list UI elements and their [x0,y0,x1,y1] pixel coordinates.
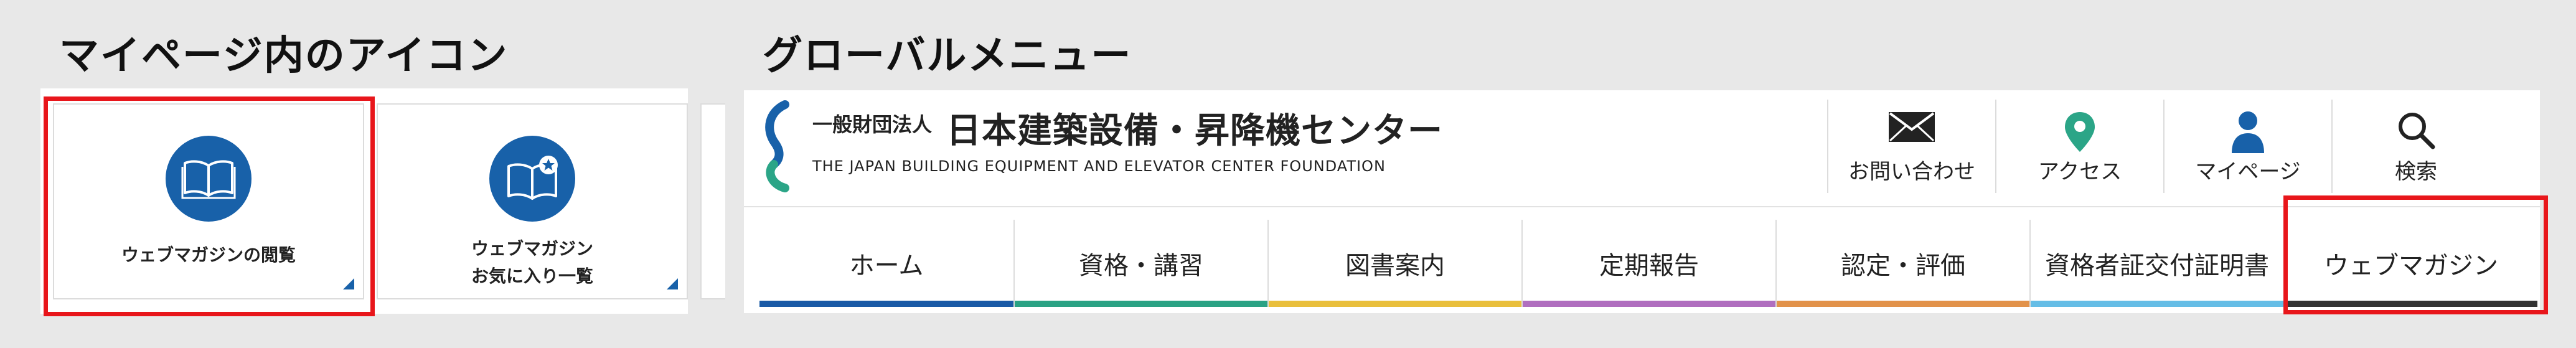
gnav-label: 資格・講習 [1079,252,1203,280]
search-icon [2333,111,2499,149]
webmagazine-view-card[interactable]: ウェブマガジンの閲覧 [53,103,364,299]
org-name: 日本建築設備・昇降機センター [946,111,1443,151]
gnav-item-certification[interactable]: 認定・評価 [1775,220,2029,307]
gnav-label: ウェブマガジン [2324,252,2498,280]
section-title-mypage-icons: マイページ内のアイコン [59,33,509,79]
org-prefix: 一般財団法人 [812,113,933,136]
user-icon [2165,111,2331,154]
gnav-color-bar [2031,301,2283,307]
gnav-color-bar [1015,301,1267,307]
gnav-color-bar [1269,301,1521,307]
util-search[interactable]: 検索 [2331,100,2499,193]
org-name-en: THE JAPAN BUILDING EQUIPMENT AND ELEVATO… [812,158,1386,175]
global-nav: ホーム 資格・講習 図書案内 定期報告 認定・評価 資格者証交付証明書 ウェブマ… [744,207,2540,313]
card-label-line2: お気に入り一覧 [471,266,593,286]
util-mypage[interactable]: マイページ [2163,100,2331,193]
util-access[interactable]: アクセス [1995,100,2163,193]
map-pin-icon [1996,111,2163,153]
gnav-color-bar [1523,301,1775,307]
mail-icon [1828,111,1995,143]
util-label: お問い合わせ [1848,159,1975,184]
card-label-line1: ウェブマガジン [471,238,593,259]
mypage-icons-panel: ウェブマガジンの閲覧 ウェブマガジン お気に入り一覧 [40,88,725,314]
global-nav-list: ホーム 資格・講習 図書案内 定期報告 認定・評価 資格者証交付証明書 ウェブマ… [759,220,2537,307]
gnav-item-books[interactable]: 図書案内 [1267,220,1521,307]
gnav-label: 認定・評価 [1841,252,1965,280]
gnav-label: ホーム [849,252,924,280]
corner-triangle-icon [343,278,354,289]
logo-mark-icon [758,100,801,195]
util-label: アクセス [2038,159,2122,184]
gnav-item-periodic-report[interactable]: 定期報告 [1521,220,1775,307]
book-icon [166,136,251,222]
gnav-label: 図書案内 [1345,252,1445,280]
webmagazine-favorites-card[interactable]: ウェブマガジン お気に入り一覧 [377,103,688,299]
gnav-item-qualification[interactable]: 資格・講習 [1013,220,1267,307]
gnav-item-home[interactable]: ホーム [759,220,1013,307]
gnav-color-bar [2285,301,2537,307]
util-contact[interactable]: お問い合わせ [1827,100,1995,193]
gnav-color-bar [1777,301,2029,307]
util-label: マイページ [2195,159,2301,184]
site-header: 一般財団法人 日本建築設備・昇降機センター THE JAPAN BUILDING… [744,90,2540,207]
gnav-color-bar [759,301,1013,307]
partial-card [700,103,725,299]
utility-nav: お問い合わせ アクセス マイページ 検索 [1827,100,2499,193]
card-label: ウェブマガジンの閲覧 [121,245,296,265]
corner-triangle-icon [667,278,678,289]
section-title-global-menu: グローバルメニュー [763,33,1132,79]
book-star-icon [489,136,575,222]
gnav-item-license-cert[interactable]: 資格者証交付証明書 [2029,220,2283,307]
util-label: 検索 [2395,159,2437,184]
gnav-item-webmagazine[interactable]: ウェブマガジン [2283,220,2537,307]
gnav-label: 資格者証交付証明書 [2045,252,2269,280]
gnav-label: 定期報告 [1599,252,1699,280]
